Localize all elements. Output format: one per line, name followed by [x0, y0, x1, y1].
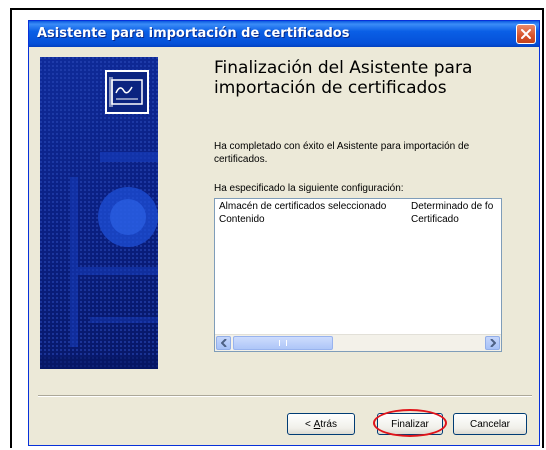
wizard-content: Finalización del Asistente para importac… — [214, 58, 524, 98]
cancel-button[interactable]: Cancelar — [453, 413, 527, 435]
config-label: Ha especificado la siguiente configuraci… — [214, 183, 404, 194]
chevron-left-icon — [220, 339, 227, 347]
wizard-side-panel — [40, 57, 158, 369]
grip-icon — [279, 340, 287, 346]
footer-divider — [38, 395, 532, 397]
page-title: Finalización del Asistente para importac… — [214, 58, 473, 98]
import-wizard-window: Asistente para importación de certificad… — [28, 20, 540, 446]
chevron-right-icon — [489, 339, 496, 347]
scroll-thumb[interactable] — [233, 336, 333, 350]
close-icon — [521, 29, 531, 39]
back-button-mnemonic: A — [313, 418, 321, 430]
list-item-value: Certificado — [411, 214, 459, 225]
back-button-label: trás — [320, 418, 337, 430]
finish-highlight-circle — [373, 409, 447, 437]
certificate-icon — [105, 70, 149, 114]
back-button[interactable]: < Atrás — [287, 413, 355, 435]
list-item-value: Determinado de fo — [411, 201, 494, 212]
back-button-prefix: < — [305, 418, 314, 430]
cancel-button-label: Cancelar — [469, 418, 511, 430]
title-bar[interactable]: Asistente para importación de certificad… — [29, 21, 539, 47]
scroll-right-button[interactable] — [485, 336, 500, 350]
list-item-setting: Almacén de certificados seleccionado — [219, 201, 387, 212]
configuration-list[interactable]: Almacén de certificados seleccionado Det… — [214, 198, 502, 352]
scroll-left-button[interactable] — [216, 336, 231, 350]
window-title: Asistente para importación de certificad… — [37, 26, 350, 41]
horizontal-scrollbar[interactable] — [215, 334, 501, 351]
completed-message: Ha completado con éxito el Asistente par… — [214, 141, 470, 165]
close-button[interactable] — [516, 24, 536, 44]
side-panel-art — [40, 57, 158, 369]
list-item-setting: Contenido — [219, 214, 265, 225]
